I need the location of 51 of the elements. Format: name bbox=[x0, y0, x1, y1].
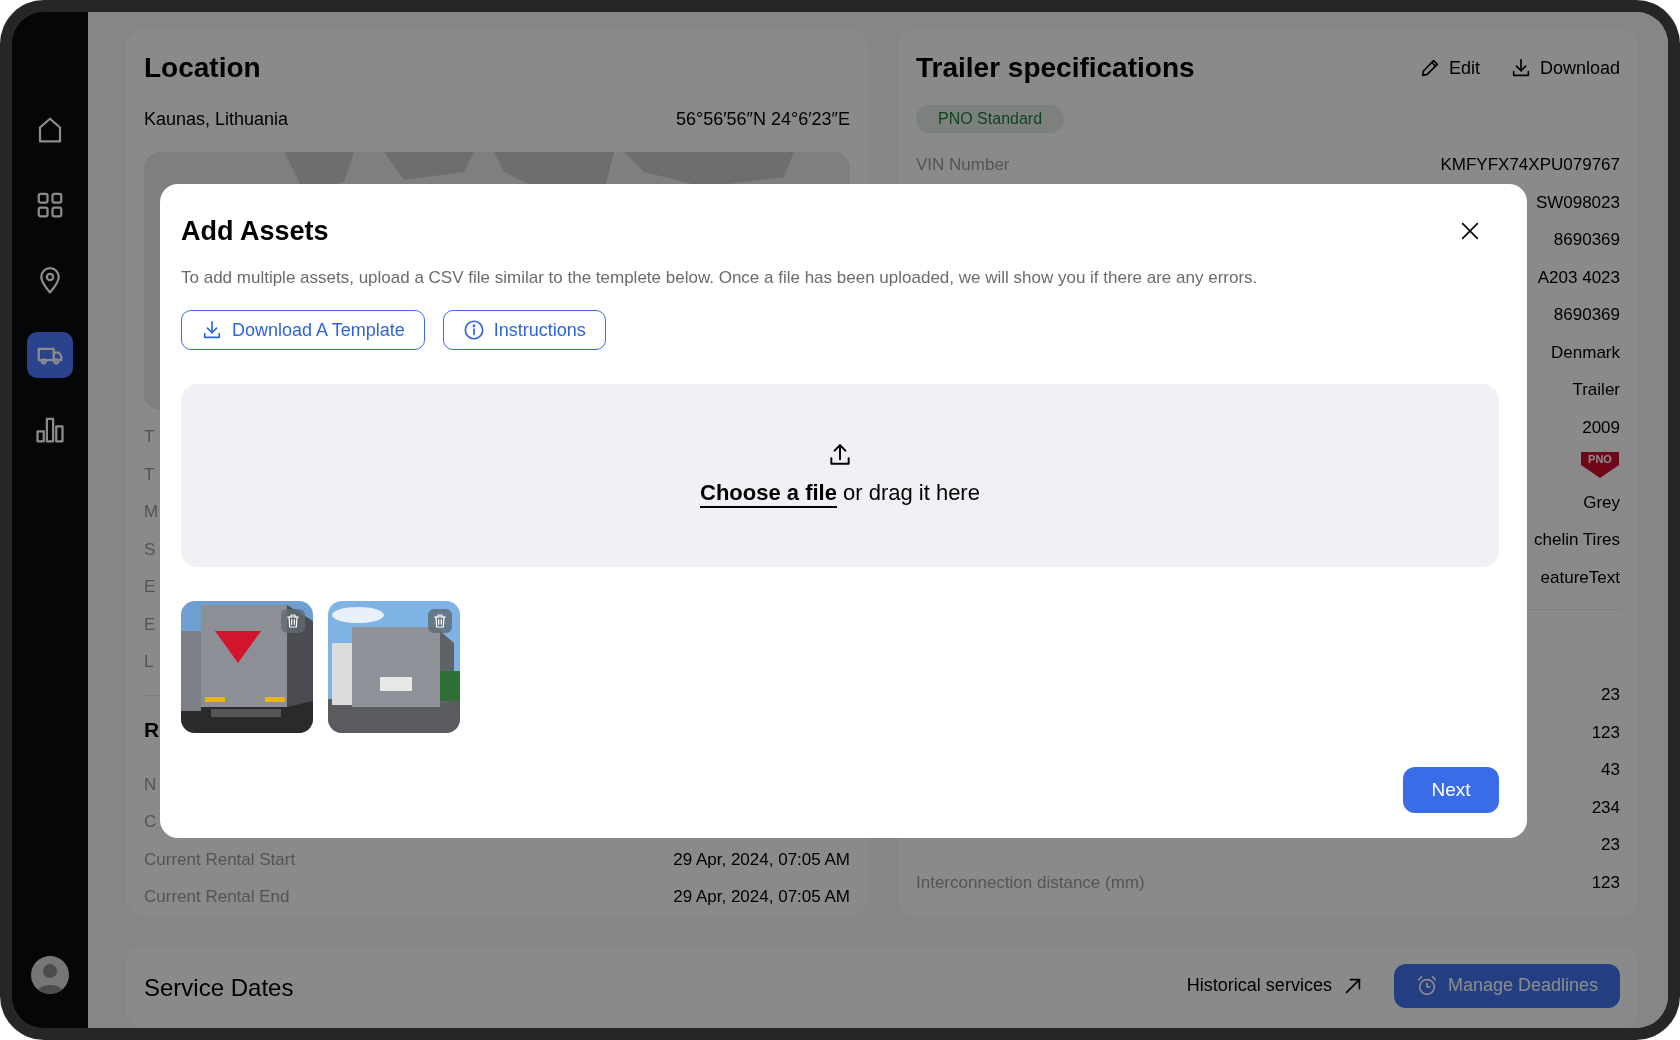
trash-icon bbox=[432, 613, 448, 629]
field-value: 123 bbox=[1591, 871, 1620, 894]
drop-hint: or drag it here bbox=[842, 479, 980, 507]
section-title: R bbox=[144, 716, 160, 743]
delete-button[interactable] bbox=[428, 609, 452, 633]
info-button[interactable]: Instructions bbox=[442, 310, 606, 350]
card-title: Service Dates bbox=[144, 972, 294, 1003]
field-value: SW098023 bbox=[1535, 191, 1620, 214]
download-icon bbox=[201, 319, 223, 341]
trash-icon bbox=[285, 613, 301, 629]
field-value: 23 bbox=[1601, 684, 1620, 706]
card-title: Location bbox=[144, 51, 262, 85]
field-value: eatureText bbox=[1540, 566, 1620, 589]
field-value: 29 Apr, 2024, 07:05 AM bbox=[673, 886, 850, 908]
field-value: chelin Tires bbox=[1534, 529, 1620, 551]
field-value: A203 4023 bbox=[1537, 266, 1620, 289]
card-title: Trailer specifications bbox=[916, 51, 1195, 85]
bar-chart-icon bbox=[35, 415, 65, 445]
edit-button[interactable]: Edit bbox=[1418, 54, 1480, 82]
next-button[interactable]: Next bbox=[1403, 767, 1499, 813]
grid-icon bbox=[35, 190, 65, 220]
field-value: 8690369 bbox=[1553, 229, 1620, 251]
download-button[interactable]: Download bbox=[1509, 54, 1620, 82]
delete-button[interactable] bbox=[281, 609, 305, 633]
modal-description: To add multiple assets, upload a CSV file similar to the templete below. Once a file has been uploaded, we will show you if there are any errors. bbox=[181, 267, 1259, 289]
choose-file-link[interactable]: Choose a file bbox=[700, 476, 837, 509]
upload-icon bbox=[827, 442, 853, 468]
sidebar-nav-button[interactable] bbox=[27, 332, 73, 378]
field-value: 29 Apr, 2024, 07:05 AM bbox=[673, 848, 850, 871]
modal-title: Add Assets bbox=[181, 214, 329, 248]
field-value: 23 bbox=[1601, 834, 1620, 856]
field-value: KMFYFX74XPU079767 bbox=[1440, 154, 1620, 176]
field-value: Trailer bbox=[1572, 379, 1620, 401]
alarm-clock-icon bbox=[1415, 974, 1438, 997]
download-button[interactable]: Download A Template bbox=[181, 310, 425, 350]
field-value: 2009 bbox=[1582, 416, 1620, 439]
field-value: 43 bbox=[1601, 759, 1620, 781]
historical-services-link[interactable]: Historical services bbox=[1186, 972, 1364, 999]
field-value: 234 bbox=[1591, 796, 1620, 819]
coordinates: 56°56′56″N 24°6′23″E bbox=[676, 107, 850, 131]
place-name: Kaunas, Lithuania bbox=[144, 107, 289, 131]
info-icon bbox=[462, 319, 485, 341]
avatar[interactable] bbox=[31, 956, 69, 994]
field-value: 123 bbox=[1591, 721, 1620, 744]
file-drop-zone[interactable]: Choose a file or drag it here bbox=[181, 384, 1499, 567]
status-badge: PNO Standard bbox=[916, 105, 1065, 133]
manage-deadlines-button[interactable]: Manage Deadlines bbox=[1393, 963, 1620, 1008]
field-value: Grey bbox=[1583, 491, 1620, 514]
logo-icon: PNO bbox=[1580, 450, 1620, 479]
field-value: 8690369 bbox=[1553, 304, 1620, 326]
field-value: Denmark bbox=[1551, 341, 1620, 364]
